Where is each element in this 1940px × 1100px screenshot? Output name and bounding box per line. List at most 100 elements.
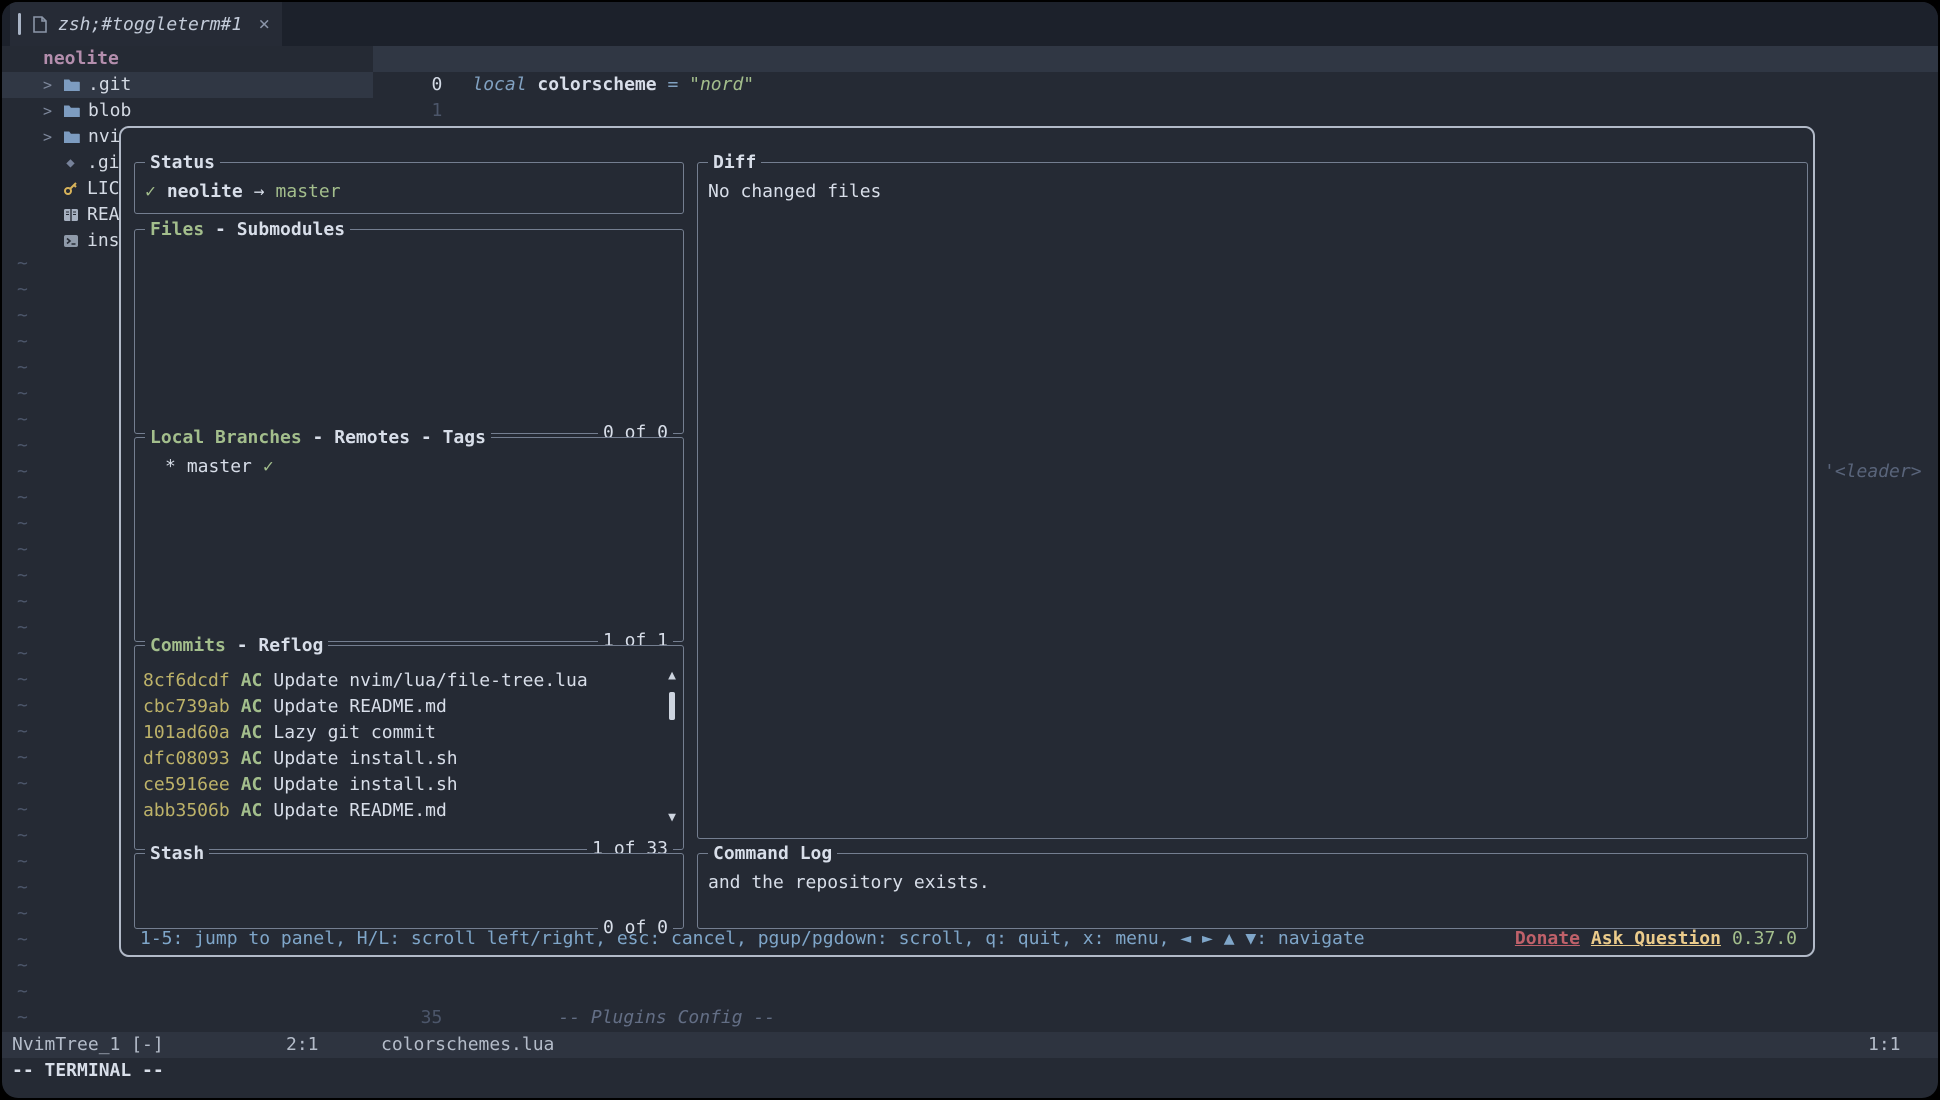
tilde-line: ~ [17, 433, 47, 459]
tilde-line: ~ [17, 615, 47, 641]
commit-message: Update install.sh [273, 772, 457, 798]
commit-message: Update nvim/lua/file-tree.lua [273, 668, 587, 694]
tilde-line: ~ [17, 537, 47, 563]
status-panel-title[interactable]: Status [145, 150, 220, 176]
submodules-tab[interactable]: - Submodules [204, 219, 345, 240]
commits-scrollbar[interactable]: ▲ ▼ [664, 668, 680, 825]
lazygit-stash-panel[interactable]: Stash 0 of 0 [134, 853, 684, 929]
check-icon: ✓ [263, 454, 274, 480]
commit-author: AC [241, 668, 263, 694]
commit-author: AC [241, 746, 263, 772]
statusline: NvimTree_1 [-] 2:1 colorschemes.lua 1:1 [2, 1032, 1938, 1058]
lazygit-command-log-panel[interactable]: Command Log and the repository exists. [697, 853, 1808, 929]
tab-close-icon[interactable]: × [259, 13, 270, 35]
tilde-line: ~ [17, 459, 47, 485]
tilde-line: ~ [17, 303, 47, 329]
tree-item-label: blob [88, 98, 131, 124]
tilde-line: ~ [17, 875, 47, 901]
commits-tab[interactable]: Commits [150, 635, 226, 656]
branch-name: master [187, 454, 252, 480]
tilde-line: ~ [17, 797, 47, 823]
folder-icon [63, 103, 80, 119]
chevron-right-icon[interactable]: > [43, 98, 55, 124]
statusline-tree-cursor-position: 2:1 [286, 1032, 319, 1058]
files-tab[interactable]: Files [150, 219, 204, 240]
commit-row[interactable]: cbc739abACUpdate README.md [135, 694, 683, 720]
branches-panel-title[interactable]: Local Branches - Remotes - Tags [145, 425, 491, 451]
checked-out-marker: * [165, 454, 176, 480]
mode-indicator: -- TERMINAL -- [12, 1058, 164, 1084]
tree-item-label: REA [87, 202, 120, 228]
tilde-line: ~ [17, 771, 47, 797]
terminal-tab[interactable]: zsh;#toggleterm#1 × [10, 2, 282, 46]
remotes-tags-tabs[interactable]: - Remotes - Tags [302, 427, 486, 448]
tilde-line: ~ [17, 511, 47, 537]
tilde-line: ~ [17, 953, 47, 979]
lazygit-commits-panel[interactable]: Commits - Reflog 8cf6dcdfACUpdate nvim/l… [134, 645, 684, 850]
local-branches-tab[interactable]: Local Branches [150, 427, 302, 448]
commit-message: Lazy git commit [273, 720, 436, 746]
tab-accent-bar [18, 13, 21, 35]
reflog-tab[interactable]: - Reflog [226, 635, 324, 656]
code-line-0: 0local colorscheme = "nord" [373, 46, 1938, 72]
diff-panel-title[interactable]: Diff [708, 150, 761, 176]
lazygit-float-window: Status ✓ neolite → master Files - Submod… [119, 126, 1815, 957]
tilde-line: ~ [17, 927, 47, 953]
scroll-down-icon[interactable]: ▼ [664, 810, 680, 825]
donate-link[interactable]: Donate [1515, 926, 1580, 952]
commit-row[interactable]: 8cf6dcdf AC Update nvim/lua/file-tree.lua [135, 668, 683, 694]
tilde-line: ~ [17, 667, 47, 693]
scroll-up-icon[interactable]: ▲ [664, 668, 680, 683]
tree-item-label: .gi [87, 150, 120, 176]
lazygit-status-panel[interactable]: Status ✓ neolite → master [134, 162, 684, 214]
chevron-right-icon[interactable]: > [43, 72, 55, 98]
lazygit-links: Donate Ask Question 0.37.0 [1515, 926, 1797, 952]
ask-question-link[interactable]: Ask Question [1591, 926, 1721, 952]
commit-hash: ce5916ee [143, 772, 230, 798]
tilde-line: ~ [17, 901, 47, 927]
lazygit-branches-panel[interactable]: Local Branches - Remotes - Tags * master… [134, 437, 684, 642]
lazygit-files-panel[interactable]: Files - Submodules 0 of 0 [134, 229, 684, 434]
terminal-window: zsh;#toggleterm#1 × 0local colorscheme =… [2, 2, 1938, 1098]
terminal-file-icon [31, 16, 48, 32]
code-line-35: 35-- Plugins Config -- [373, 979, 1938, 1005]
tree-item-label: .git [88, 72, 131, 98]
commit-row[interactable]: ce5916ee AC Update install.sh [135, 772, 683, 798]
tree-item-blob-folder[interactable]: > blob [2, 98, 373, 124]
commit-row[interactable]: 101ad60aACLazy git commit [135, 720, 683, 746]
tilde-line: ~ [17, 277, 47, 303]
tilde-line: ~ [17, 355, 47, 381]
stash-panel-title[interactable]: Stash [145, 841, 209, 867]
commit-message: Update install.sh [273, 746, 457, 772]
command-log-panel-title[interactable]: Command Log [708, 841, 837, 867]
scrollbar-thumb[interactable] [669, 692, 675, 720]
statusline-cursor-position: 1:1 [1868, 1032, 1901, 1058]
commits-panel-title[interactable]: Commits - Reflog [145, 633, 328, 659]
commit-author: AC [241, 798, 263, 824]
commit-hash: cbc739ab [143, 694, 230, 720]
chevron-right-icon[interactable]: > [43, 124, 55, 150]
repo-name: neolite [167, 179, 243, 205]
lazygit-diff-panel[interactable]: Diff No changed files [697, 162, 1808, 839]
tilde-line: ~ [17, 693, 47, 719]
code-line-1: 1 [373, 72, 1938, 98]
tilde-line: ~ [17, 1005, 47, 1031]
code-line-2: 2if colorscheme == "onedark" then [373, 98, 1938, 124]
commit-message: Update README.md [273, 798, 446, 824]
commit-row[interactable]: dfc08093ACUpdate install.sh [135, 746, 683, 772]
commit-row[interactable]: abb3506bACUpdate README.md [135, 798, 683, 824]
lazygit-version: 0.37.0 [1732, 926, 1797, 952]
files-panel-title[interactable]: Files - Submodules [145, 217, 350, 243]
tilde-line: ~ [17, 329, 47, 355]
tilde-line: ~ [17, 563, 47, 589]
statusline-buffer-name: NvimTree_1 [-] [12, 1032, 164, 1058]
tab-bar: zsh;#toggleterm#1 × [2, 2, 1938, 46]
tilde-line: ~ [17, 589, 47, 615]
current-branch: master [276, 179, 341, 205]
commit-author: AC [241, 772, 263, 798]
folder-icon [63, 129, 80, 145]
tree-item-git-folder[interactable]: > .git [2, 72, 373, 98]
gitignore-icon: ◆ [62, 155, 79, 171]
commits-list: 8cf6dcdfACUpdate nvim/lua/file-tree.lua … [135, 646, 683, 824]
commit-hash: 8cf6dcdf [143, 668, 230, 694]
